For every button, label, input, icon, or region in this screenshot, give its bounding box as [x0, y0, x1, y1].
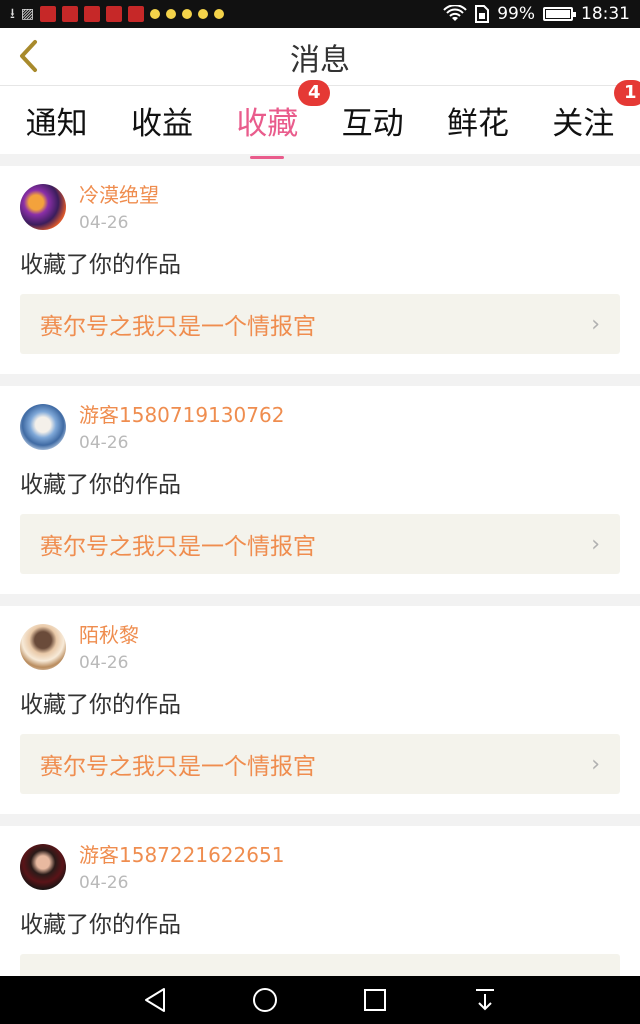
- tab-label: 收益: [130, 105, 193, 142]
- avatar[interactable]: [20, 624, 66, 670]
- username[interactable]: 陌秋黎: [79, 622, 139, 648]
- app-notification-icon: [62, 6, 79, 22]
- date: 04-26: [79, 653, 129, 673]
- avatar[interactable]: [20, 184, 66, 230]
- triangle-back-icon: [145, 988, 165, 1012]
- nav-home-button[interactable]: [245, 980, 285, 1020]
- tab-notifications[interactable]: 通知: [20, 92, 94, 149]
- tab-label: 互动: [341, 105, 404, 142]
- chevron-right-icon: ›: [591, 531, 600, 557]
- nav-notification-shade-button[interactable]: [465, 980, 505, 1020]
- date: 04-26: [79, 213, 129, 233]
- battery-icon: [543, 7, 576, 21]
- work-link[interactable]: [20, 954, 620, 976]
- action-text: 收藏了你的作品: [20, 692, 181, 718]
- avatar[interactable]: [20, 404, 66, 450]
- nav-recents-button[interactable]: [355, 980, 395, 1020]
- tab-earnings[interactable]: 收益: [125, 92, 199, 149]
- clock: 18:31: [581, 4, 630, 24]
- lightbulb-icon: [182, 9, 193, 19]
- tab-label: 通知: [25, 105, 88, 142]
- tab-bar: 通知 收益 收藏 4 互动 鲜花 关注 1: [0, 79, 640, 159]
- work-link[interactable]: 赛尔号之我只是一个情报官 ›: [20, 294, 620, 354]
- status-bar: ⭳ ▨ 99% 18:31: [0, 0, 640, 28]
- username[interactable]: 冷漠绝望: [79, 182, 159, 208]
- notification-icons: ⭳ ▨: [10, 6, 225, 22]
- tab-flowers[interactable]: 鲜花: [441, 92, 515, 149]
- sim-icon: [475, 5, 490, 23]
- lightbulb-icon: [150, 9, 161, 19]
- app-notification-icon: [40, 6, 57, 22]
- date: 04-26: [79, 433, 129, 453]
- back-arrow-icon: [20, 40, 37, 72]
- work-title: 赛尔号之我只是一个情报官: [40, 314, 316, 340]
- username[interactable]: 游客1580719130762: [79, 402, 284, 428]
- nav-back-button[interactable]: [135, 980, 175, 1020]
- username[interactable]: 游客1587221622651: [79, 842, 284, 868]
- app-notification-icon: [84, 6, 101, 22]
- message-card: 游客1587221622651 04-26 收藏了你的作品: [0, 826, 640, 976]
- system-nav-bar: [0, 976, 640, 1024]
- download-icon: ⭳: [10, 6, 15, 22]
- page-title: 消息: [290, 42, 350, 78]
- message-card: 冷漠绝望 04-26 收藏了你的作品 赛尔号之我只是一个情报官 ›: [0, 166, 640, 374]
- action-text: 收藏了你的作品: [20, 912, 181, 938]
- chevron-right-icon: ›: [591, 751, 600, 777]
- back-button[interactable]: [8, 36, 48, 76]
- work-link[interactable]: 赛尔号之我只是一个情报官 ›: [20, 734, 620, 794]
- lightbulb-icon: [198, 9, 209, 19]
- tab-indicator: [250, 155, 285, 159]
- tab-label: 收藏: [236, 105, 299, 142]
- unread-badge: 1: [614, 79, 640, 106]
- avatar[interactable]: [20, 844, 66, 890]
- tab-favorites[interactable]: 收藏 4: [230, 79, 331, 159]
- message-card: 游客1580719130762 04-26 收藏了你的作品 赛尔号之我只是一个情…: [0, 386, 640, 594]
- lightbulb-icon: [166, 9, 177, 19]
- message-list[interactable]: 冷漠绝望 04-26 收藏了你的作品 赛尔号之我只是一个情报官 › 游客1580…: [0, 166, 640, 976]
- lightbulb-icon: [214, 9, 225, 19]
- chevron-right-icon: ›: [591, 311, 600, 337]
- tab-label: 关注: [552, 105, 615, 142]
- wifi-icon: [443, 5, 467, 21]
- action-text: 收藏了你的作品: [20, 472, 181, 498]
- app-notification-icon: [128, 6, 145, 22]
- app-notification-icon: [106, 6, 123, 22]
- work-title: 赛尔号之我只是一个情报官: [40, 534, 316, 560]
- message-card: 陌秋黎 04-26 收藏了你的作品 赛尔号之我只是一个情报官 ›: [0, 606, 640, 814]
- pull-down-icon: [476, 989, 494, 1011]
- action-text: 收藏了你的作品: [20, 252, 181, 278]
- tab-follows[interactable]: 关注 1: [546, 79, 640, 149]
- header: 消息: [0, 28, 640, 86]
- image-icon: ▨: [20, 6, 35, 22]
- tab-interactions[interactable]: 互动: [336, 92, 410, 149]
- unread-badge: 4: [298, 79, 331, 106]
- circle-home-icon: [253, 988, 277, 1012]
- work-link[interactable]: 赛尔号之我只是一个情报官 ›: [20, 514, 620, 574]
- tab-label: 鲜花: [446, 105, 509, 142]
- date: 04-26: [79, 873, 129, 893]
- square-recents-icon: [364, 989, 386, 1011]
- battery-percent: 99%: [497, 4, 535, 24]
- work-title: 赛尔号之我只是一个情报官: [40, 754, 316, 780]
